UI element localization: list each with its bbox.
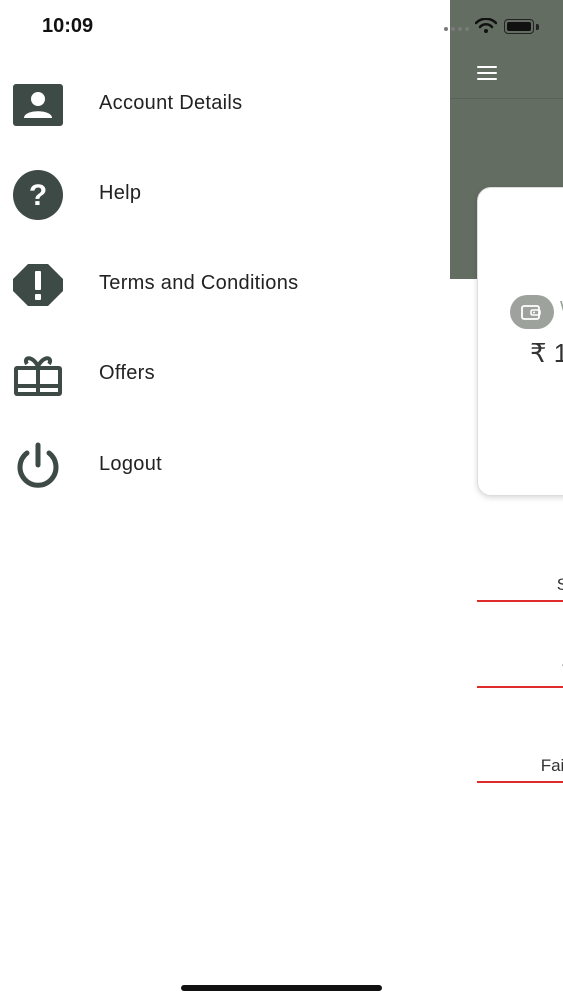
menu-item-terms-and-conditions[interactable]: Terms and Conditions (0, 250, 450, 320)
wifi-icon (474, 17, 498, 39)
menu-label: Account Details (99, 92, 243, 114)
menu-item-logout[interactable]: Logout (0, 431, 450, 501)
hamburger-menu-icon[interactable] (477, 66, 497, 81)
menu-label: Terms and Conditions (99, 272, 299, 294)
wallet-icon (510, 295, 554, 329)
menu-label: Logout (99, 453, 162, 475)
link-underline (477, 686, 563, 688)
alert-icon (13, 260, 63, 310)
power-icon (13, 441, 63, 491)
navigation-drawer: Account Details ? Help Terms and Conditi… (0, 0, 450, 1000)
link-show[interactable]: Sho (477, 575, 563, 595)
link-underline (477, 600, 563, 602)
background-app: W ₹ 1 Sho Tra Failed (450, 0, 563, 1000)
signal-icon (444, 27, 469, 31)
wallet-card[interactable]: W ₹ 1 (477, 187, 563, 496)
toolbar-divider (450, 98, 563, 99)
status-time: 10:09 (42, 15, 94, 37)
wallet-amount: ₹ 1 (530, 338, 563, 368)
link-failed[interactable]: Failed (477, 756, 563, 776)
battery-cap (536, 24, 539, 30)
menu-item-account-details[interactable]: Account Details (0, 70, 450, 140)
svg-text:?: ? (29, 179, 47, 212)
account-icon (13, 80, 63, 130)
home-indicator[interactable] (181, 985, 382, 991)
menu-item-help[interactable]: ? Help (0, 160, 450, 230)
link-transactions[interactable]: Tra (477, 661, 563, 681)
gift-icon (13, 350, 63, 400)
link-underline (477, 781, 563, 783)
battery-icon (504, 19, 534, 34)
menu-label: Help (99, 182, 142, 204)
help-icon: ? (13, 170, 63, 220)
menu-item-offers[interactable]: Offers (0, 340, 450, 410)
menu-label: Offers (99, 362, 155, 384)
